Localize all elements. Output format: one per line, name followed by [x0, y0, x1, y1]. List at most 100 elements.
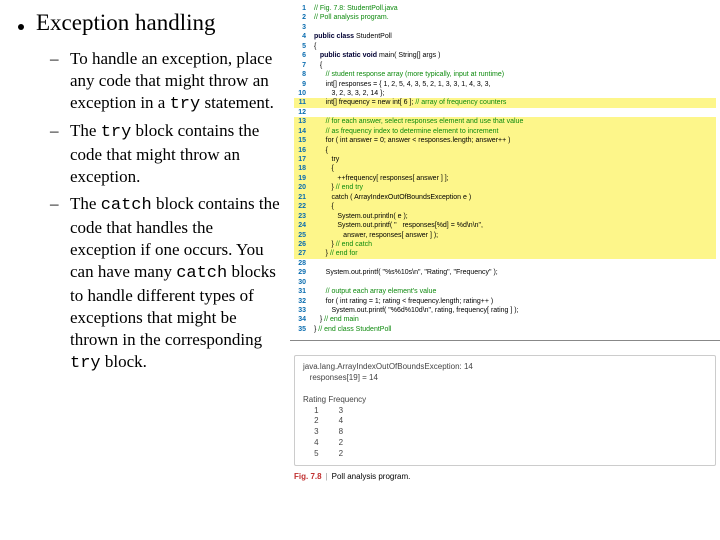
code-text [314, 23, 316, 32]
code-text [314, 259, 316, 268]
code-line: 29 System.out.printf( "%s%10s\n", "Ratin… [294, 268, 716, 277]
line-number: 10 [294, 89, 314, 98]
code-text: { [314, 202, 334, 211]
code-text: // student response array (more typicall… [314, 70, 504, 79]
code-text: ++frequency[ responses[ answer ] ]; [314, 174, 449, 183]
line-number: 27 [294, 249, 314, 258]
code-text: for ( int rating = 1; rating < frequency… [314, 297, 493, 306]
code-text [314, 278, 316, 287]
code-text: public class StudentPoll [314, 32, 392, 41]
list-item-text: The catch block contains the code that h… [70, 193, 280, 376]
line-number: 30 [294, 278, 314, 287]
code-text: // as frequency index to determine eleme… [314, 127, 498, 136]
line-number: 4 [294, 32, 314, 41]
code-line: 22 { [294, 202, 716, 211]
code-line: 35} // end class StudentPoll [294, 325, 716, 334]
figure-caption-text: Poll analysis program. [332, 472, 411, 481]
code-line: 4public class StudentPoll [294, 32, 716, 41]
bullet-icon [18, 24, 24, 30]
line-number: 35 [294, 325, 314, 334]
code-line: 21 catch ( ArrayIndexOutOfBoundsExceptio… [294, 193, 716, 202]
code-line: 32 for ( int rating = 1; rating < freque… [294, 297, 716, 306]
code-line: 1// Fig. 7.8: StudentPoll.java [294, 4, 716, 13]
line-number: 31 [294, 287, 314, 296]
line-number: 6 [294, 51, 314, 60]
line-number: 19 [294, 174, 314, 183]
code-line: 33 System.out.printf( "%6d%10d\n", ratin… [294, 306, 716, 315]
code-text: catch ( ArrayIndexOutOfBoundsException e… [314, 193, 471, 202]
program-output: java.lang.ArrayIndexOutOfBoundsException… [294, 355, 716, 466]
line-number: 5 [294, 42, 314, 51]
code-line: 8 // student response array (more typica… [294, 70, 716, 79]
list-item: – To handle an exception, place any code… [50, 48, 280, 116]
left-column: Exception handling – To handle an except… [0, 0, 290, 540]
line-number: 24 [294, 221, 314, 230]
code-line: 15 for ( int answer = 0; answer < respon… [294, 136, 716, 145]
code-line: 26 } // end catch [294, 240, 716, 249]
dash-icon: – [50, 48, 70, 116]
code-line: 3 [294, 23, 716, 32]
code-text: int[] frequency = new int[ 6 ]; // array… [314, 98, 506, 107]
dash-icon: – [50, 120, 70, 188]
line-number: 18 [294, 164, 314, 173]
line-number: 8 [294, 70, 314, 79]
code-line: 16 { [294, 146, 716, 155]
line-number: 7 [294, 61, 314, 70]
title-row: Exception handling [18, 10, 280, 36]
separator-icon: | [322, 472, 332, 481]
code-line: 5{ [294, 42, 716, 51]
line-number: 9 [294, 80, 314, 89]
code-text: System.out.printf( "%6d%10d\n", rating, … [314, 306, 519, 315]
line-number: 3 [294, 23, 314, 32]
code-line: 6 public static void main( String[] args… [294, 51, 716, 60]
code-text: { [314, 164, 334, 173]
line-number: 12 [294, 108, 314, 117]
line-number: 20 [294, 183, 314, 192]
code-text: for ( int answer = 0; answer < responses… [314, 136, 511, 145]
code-text: { [314, 146, 328, 155]
line-number: 11 [294, 98, 314, 107]
code-line: 31 // output each array element's value [294, 287, 716, 296]
code-text: // output each array element's value [314, 287, 436, 296]
list-item: – The catch block contains the code that… [50, 193, 280, 376]
code-text: // Poll analysis program. [314, 13, 389, 22]
line-number: 33 [294, 306, 314, 315]
list-item-text: To handle an exception, place any code t… [70, 48, 280, 116]
code-text [314, 108, 316, 117]
code-line: 30 [294, 278, 716, 287]
code-text: } // end for [314, 249, 358, 258]
line-number: 17 [294, 155, 314, 164]
code-text: } // end main [314, 315, 359, 324]
code-line: 25 answer, responses[ answer ] ); [294, 231, 716, 240]
code-text: { [314, 42, 316, 51]
code-text: try [314, 155, 339, 164]
list-item-text: The try block contains the code that mig… [70, 120, 280, 188]
code-line: 14 // as frequency index to determine el… [294, 127, 716, 136]
code-text: } // end catch [314, 240, 372, 249]
code-text: // for each answer, select responses ele… [314, 117, 523, 126]
line-number: 25 [294, 231, 314, 240]
code-text: 3, 2, 3, 3, 2, 14 }; [314, 89, 384, 98]
line-number: 22 [294, 202, 314, 211]
code-text: { [314, 61, 322, 70]
line-number: 14 [294, 127, 314, 136]
line-number: 23 [294, 212, 314, 221]
code-line: 23 System.out.println( e ); [294, 212, 716, 221]
line-number: 13 [294, 117, 314, 126]
bullet-list: – To handle an exception, place any code… [18, 48, 280, 375]
code-line: 17 try [294, 155, 716, 164]
code-text: } // end try [314, 183, 363, 192]
code-text: System.out.println( e ); [314, 212, 408, 221]
line-number: 34 [294, 315, 314, 324]
code-line: 34 } // end main [294, 315, 716, 324]
code-line: 28 [294, 259, 716, 268]
line-number: 29 [294, 268, 314, 277]
code-text: public static void main( String[] args ) [314, 51, 440, 60]
code-line: 13 // for each answer, select responses … [294, 117, 716, 126]
code-text: // Fig. 7.8: StudentPoll.java [314, 4, 398, 13]
code-line: 27 } // end for [294, 249, 716, 258]
code-line: 20 } // end try [294, 183, 716, 192]
slide-title: Exception handling [36, 10, 216, 36]
code-line: 12 [294, 108, 716, 117]
right-column: 1// Fig. 7.8: StudentPoll.java2// Poll a… [290, 0, 720, 540]
